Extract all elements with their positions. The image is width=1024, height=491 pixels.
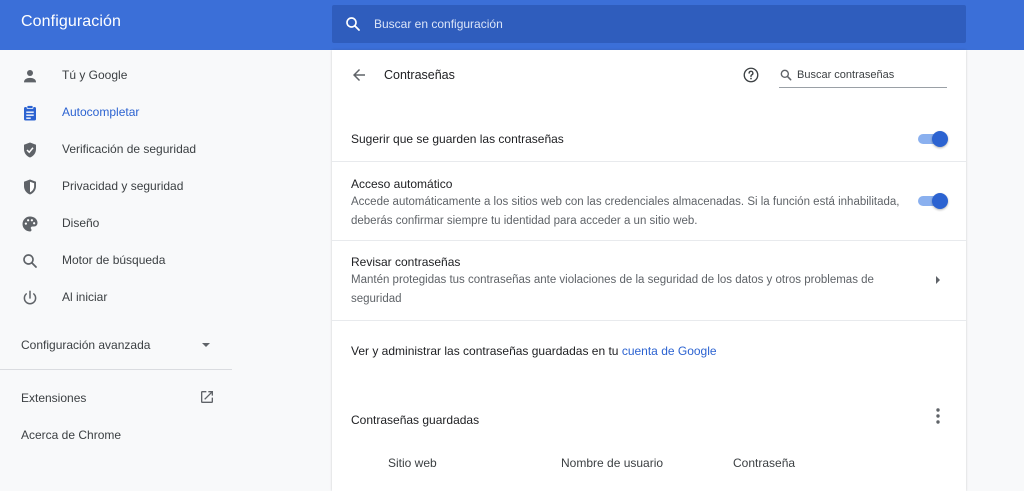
clipboard-icon — [24, 105, 36, 121]
settings-search-box[interactable] — [332, 5, 966, 43]
power-icon — [23, 290, 37, 305]
sidebar-item-autofill[interactable]: Autocompletar — [0, 94, 232, 131]
card-header: Contraseñas — [332, 50, 966, 100]
manage-passwords-label: Ver y administrar las contraseñas guarda… — [351, 344, 619, 358]
extensions-label: Extensiones — [21, 391, 87, 405]
advanced-settings-label: Configuración avanzada — [21, 338, 151, 352]
person-icon — [24, 70, 36, 83]
toggle-knob — [932, 131, 948, 147]
sidebar-item-label: Al iniciar — [62, 290, 108, 304]
toggle-knob — [932, 193, 948, 209]
auto-signin-description: Accede automáticamente a los sitios web … — [351, 196, 900, 227]
help-icon[interactable] — [742, 66, 760, 84]
sidebar-item-label: Diseño — [62, 216, 100, 230]
page-title: Configuración — [21, 13, 122, 30]
sidebar-item-you-and-google[interactable]: Tú y Google — [0, 57, 232, 94]
sidebar-item-safety-check[interactable]: Verificación de seguridad — [0, 131, 232, 168]
sidebar-item-label: Verificación de seguridad — [62, 142, 197, 156]
column-header-password: Contraseña — [733, 456, 796, 470]
search-icon — [23, 254, 37, 268]
auto-signin-toggle[interactable] — [918, 193, 948, 209]
column-header-website: Sitio web — [388, 456, 437, 470]
sidebar-item-label: Autocompletar — [62, 105, 140, 119]
chevron-down-icon — [202, 343, 210, 347]
advanced-settings-toggle[interactable]: Configuración avanzada — [0, 326, 232, 363]
settings-search-input[interactable] — [374, 5, 934, 43]
passwords-search-input[interactable] — [797, 63, 945, 87]
arrow-right-icon — [936, 276, 940, 284]
palette-icon — [22, 216, 38, 232]
back-arrow-icon[interactable] — [350, 66, 368, 84]
sidebar-item-label: Tú y Google — [62, 68, 128, 82]
offer-to-save-toggle[interactable] — [918, 131, 948, 147]
offer-to-save-label: Sugerir que se guarden las contraseñas — [351, 132, 564, 146]
shield-check-icon — [24, 142, 36, 158]
column-header-username: Nombre de usuario — [561, 456, 664, 470]
saved-passwords-title: Contraseñas guardadas — [351, 413, 480, 427]
passwords-title: Contraseñas — [384, 68, 455, 82]
search-icon — [780, 69, 792, 81]
sidebar-item-on-startup[interactable]: Al iniciar — [0, 279, 232, 316]
sidebar: Tú y Google Autocompletar Verificación d… — [0, 50, 232, 491]
check-passwords-description: Mantén protegidas tus contraseñas ante v… — [351, 274, 874, 305]
manage-passwords-text: Ver y administrar las contraseñas guarda… — [351, 344, 717, 358]
sidebar-divider — [0, 369, 232, 370]
sidebar-item-label: Motor de búsqueda — [62, 253, 166, 267]
auto-signin-title: Acceso automático — [351, 177, 453, 191]
shield-half-icon — [24, 179, 36, 195]
passwords-card: Contraseñas Sugerir que se guarden las c… — [332, 50, 966, 491]
check-passwords-row[interactable]: Revisar contraseñas Mantén protegidas tu… — [332, 241, 966, 321]
about-chrome-label: Acerca de Chrome — [21, 428, 122, 442]
sidebar-item-privacy[interactable]: Privacidad y seguridad — [0, 168, 232, 205]
about-chrome-link[interactable]: Acerca de Chrome — [0, 417, 232, 453]
sidebar-item-appearance[interactable]: Diseño — [0, 205, 232, 242]
check-passwords-title: Revisar contraseñas — [351, 255, 461, 269]
top-bar: Configuración — [0, 0, 1024, 50]
open-in-new-icon — [201, 391, 213, 403]
sidebar-item-search-engine[interactable]: Motor de búsqueda — [0, 242, 232, 279]
more-vert-icon[interactable] — [930, 407, 946, 425]
extensions-link[interactable]: Extensiones — [0, 380, 232, 416]
passwords-search-box[interactable] — [779, 63, 947, 88]
google-account-link[interactable]: cuenta de Google — [622, 344, 717, 358]
sidebar-item-label: Privacidad y seguridad — [62, 179, 184, 193]
auto-signin-row: Acceso automático Accede automáticamente… — [332, 162, 966, 241]
search-icon — [346, 17, 360, 31]
offer-to-save-row: Sugerir que se guarden las contraseñas — [332, 115, 966, 162]
